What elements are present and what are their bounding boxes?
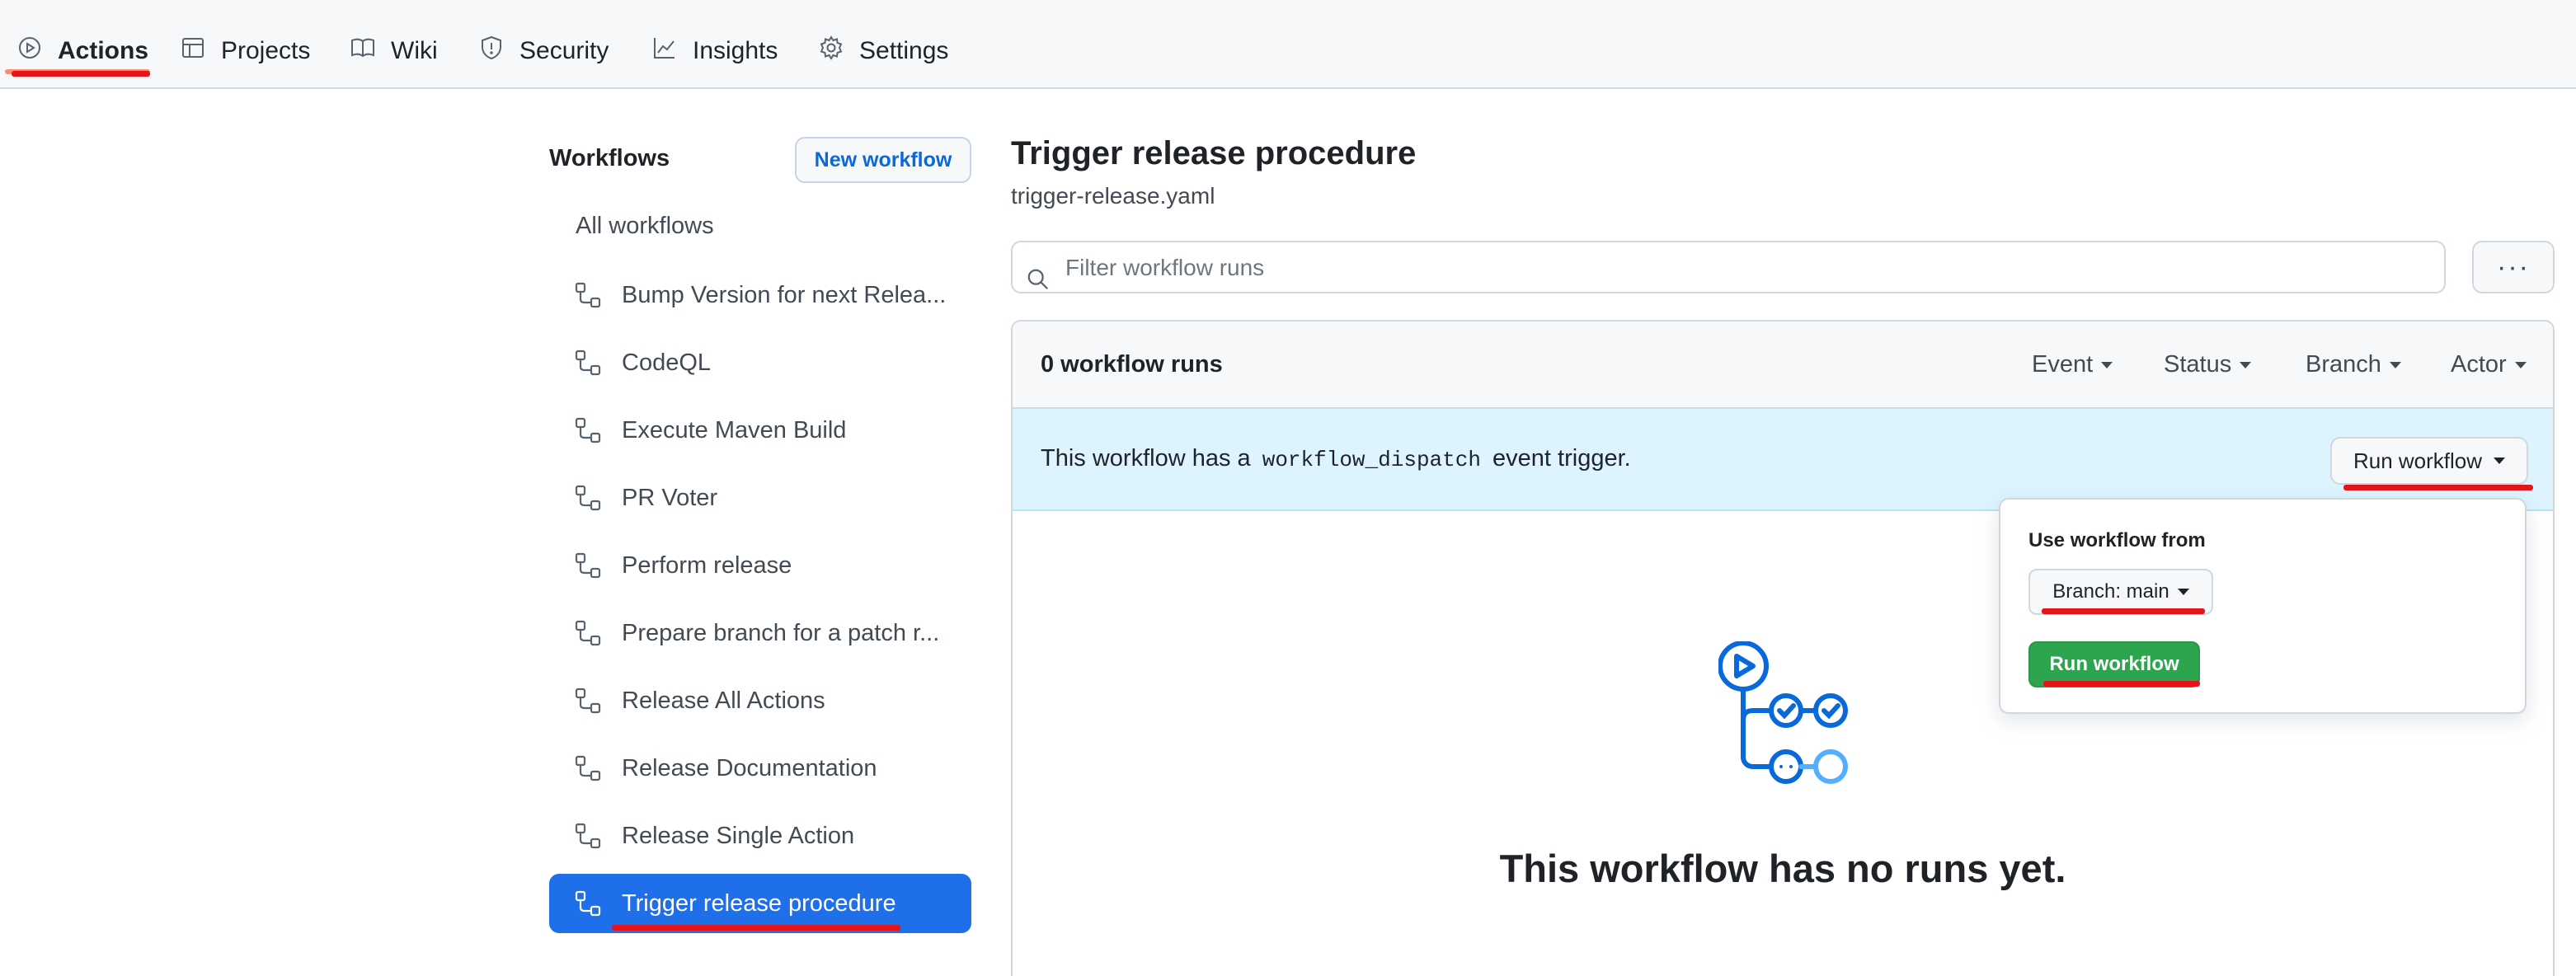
workflow-dispatch-banner: This workflow has a workflow_dispatch ev… <box>1013 409 2553 511</box>
table-icon <box>180 35 221 68</box>
chevron-down-icon <box>2177 589 2189 595</box>
tab-wiki[interactable]: Wiki <box>350 30 438 73</box>
popover-label: Use workflow from <box>2028 529 2206 551</box>
workflow-icon <box>574 416 602 444</box>
dispatch-message: This workflow has a workflow_dispatch ev… <box>1041 445 1631 472</box>
sidebar-item-label: Perform release <box>622 551 792 579</box>
annotation-underline-run-workflow <box>2343 485 2533 490</box>
sidebar-item-workflow[interactable]: PR Voter <box>549 468 971 528</box>
sidebar-item-workflow[interactable]: Perform release <box>549 536 971 595</box>
tab-settings[interactable]: Settings <box>818 30 948 73</box>
sidebar-item-label: All workflows <box>576 212 714 239</box>
sidebar-item-workflow[interactable]: Release Single Action <box>549 806 971 866</box>
annotation-underline-run-submit <box>2043 681 2200 687</box>
runs-header: 0 workflow runs Event Status Branch Acto… <box>1013 321 2553 409</box>
tab-projects-label: Projects <box>221 37 311 64</box>
branch-filter-dropdown[interactable]: Branch <box>2306 351 2401 378</box>
sidebar-item-label: Release Single Action <box>622 822 855 849</box>
filter-runs-field <box>1011 241 2446 293</box>
page-title: Trigger release procedure <box>1011 135 1417 171</box>
new-workflow-button[interactable]: New workflow <box>795 137 971 183</box>
run-workflow-dropdown-button[interactable]: Run workflow <box>2330 437 2528 485</box>
filter-runs-input[interactable] <box>1065 251 2434 285</box>
sidebar-item-label: CodeQL <box>622 349 712 376</box>
sidebar-item-label: Trigger release procedure <box>622 889 896 917</box>
status-filter-dropdown[interactable]: Status <box>2164 351 2252 378</box>
workflow-file-name: trigger-release.yaml <box>1011 183 1215 209</box>
workflow-icon <box>574 822 602 850</box>
graph-icon <box>651 35 693 68</box>
tab-settings-label: Settings <box>859 37 949 64</box>
dispatch-code: workflow_dispatch <box>1262 448 1481 472</box>
shield-icon <box>478 35 519 68</box>
actor-filter-label: Actor <box>2451 351 2507 378</box>
play-circle-icon <box>16 35 58 68</box>
event-filter-dropdown[interactable]: Event <box>2032 351 2113 378</box>
workflow-icon <box>574 281 602 309</box>
tab-actions[interactable]: Actions <box>16 30 148 73</box>
tab-security-label: Security <box>519 37 609 64</box>
workflow-graph-icon <box>1718 640 1867 790</box>
sidebar-item-label: Bump Version for next Relea... <box>622 281 947 308</box>
sidebar-item-workflow[interactable]: Bump Version for next Relea... <box>549 265 971 325</box>
actor-filter-dropdown[interactable]: Actor <box>2451 351 2527 378</box>
tab-wiki-label: Wiki <box>391 37 438 64</box>
annotation-underline-branch <box>2042 608 2205 614</box>
chevron-down-icon <box>2514 361 2527 368</box>
sidebar-item-label: Prepare branch for a patch r... <box>622 619 940 646</box>
sidebar-item-workflow[interactable]: Release Documentation <box>549 739 971 798</box>
chevron-down-icon <box>2494 458 2506 464</box>
run-workflow-label: Run workflow <box>2353 448 2483 473</box>
annotation-underline-actions <box>12 71 150 77</box>
chevron-down-icon <box>2389 361 2401 368</box>
status-filter-label: Status <box>2164 351 2232 378</box>
tab-projects[interactable]: Projects <box>180 30 310 73</box>
tab-actions-label: Actions <box>58 37 149 64</box>
workflow-icon <box>574 619 602 647</box>
kebab-icon: ··· <box>2497 251 2530 283</box>
sidebar-title: Workflows <box>549 145 670 171</box>
branch-filter-label: Branch <box>2306 351 2381 378</box>
branch-select-label: Branch: main <box>2052 580 2169 603</box>
dispatch-suffix: event trigger. <box>1492 445 1631 472</box>
book-icon <box>350 35 391 68</box>
workflow-icon <box>574 687 602 715</box>
tab-insights[interactable]: Insights <box>651 30 778 73</box>
workflow-icon <box>574 484 602 512</box>
gear-icon <box>818 35 859 68</box>
more-options-button[interactable]: ··· <box>2472 241 2555 293</box>
workflow-icon <box>574 349 602 377</box>
empty-state-title: This workflow has no runs yet. <box>1499 847 2066 890</box>
chevron-down-icon <box>2101 361 2113 368</box>
repo-nav: Actions Projects Wiki Security Insights … <box>0 0 2576 89</box>
tab-insights-label: Insights <box>693 37 778 64</box>
sidebar-item-workflow[interactable]: Prepare branch for a patch r... <box>549 603 971 663</box>
sidebar-item-workflow[interactable]: CodeQL <box>549 333 971 392</box>
sidebar-item-label: Release Documentation <box>622 754 877 781</box>
chevron-down-icon <box>2240 361 2252 368</box>
sidebar-item-label: PR Voter <box>622 484 718 511</box>
runs-count: 0 workflow runs <box>1041 351 1223 378</box>
sidebar-item-workflow[interactable]: Release All Actions <box>549 671 971 730</box>
sidebar-item-workflow[interactable]: Execute Maven Build <box>549 401 971 460</box>
tab-security[interactable]: Security <box>478 30 609 73</box>
annotation-underline-selected-workflow <box>612 925 900 931</box>
sidebar-item-all-workflows[interactable]: All workflows <box>549 196 971 256</box>
workflow-icon <box>574 551 602 580</box>
sidebar-item-label: Release All Actions <box>622 687 825 714</box>
event-filter-label: Event <box>2032 351 2094 378</box>
workflow-icon <box>574 889 602 917</box>
workflow-icon <box>574 754 602 782</box>
sidebar-item-label: Execute Maven Build <box>622 416 847 443</box>
dispatch-prefix: This workflow has a <box>1041 445 1251 472</box>
